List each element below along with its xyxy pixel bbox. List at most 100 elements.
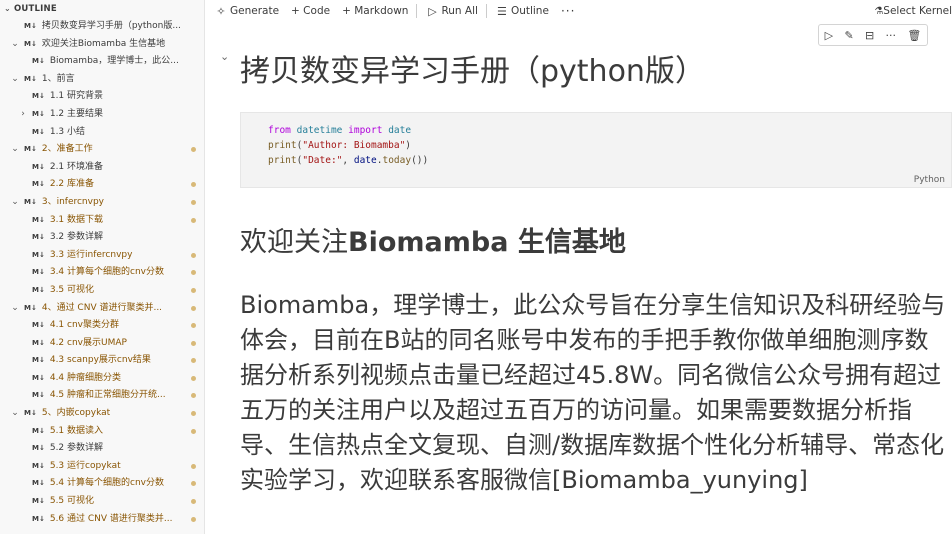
section-heading: 欢迎关注Biomamba 生信基地 <box>240 227 626 258</box>
edit-icon[interactable]: ✎ <box>844 29 853 42</box>
chevron-right-icon[interactable]: › <box>18 106 28 124</box>
outline-item-label: 5.2 参数详解 <box>49 443 104 454</box>
outline-item[interactable]: ⌄ M↓ 4、通过 CNV 谱进行聚类并... <box>0 300 204 318</box>
markdown-icon: M↓ <box>32 215 45 224</box>
markdown-icon: M↓ <box>32 268 45 277</box>
outline-item-label: 3.5 可视化 <box>49 284 95 295</box>
outline-item[interactable]: M↓ 5.1 数据读入 <box>0 423 204 441</box>
modified-dot-icon <box>191 199 196 205</box>
outline-item[interactable]: M↓ Biomamba，理学博士，此公... <box>0 53 204 71</box>
generate-button[interactable]: ✧ Generate <box>214 5 279 18</box>
outline-item[interactable]: M↓ 5.3 运行copykat <box>0 458 204 476</box>
add-markdown-button[interactable]: + Markdown <box>342 5 408 17</box>
outline-item[interactable]: M↓ 4.3 scanpy展示cnv结果 <box>0 352 204 370</box>
modified-dot-icon <box>191 393 196 399</box>
outline-item[interactable]: M↓ 3.1 数据下载 <box>0 212 204 230</box>
markdown-icon: M↓ <box>32 233 45 242</box>
markdown-icon: M↓ <box>24 197 37 206</box>
chevron-down-icon[interactable]: ⌄ <box>10 405 20 423</box>
outline-item[interactable]: M↓ 1.3 小结 <box>0 124 204 142</box>
chevron-down-icon[interactable]: ⌄ <box>10 194 20 212</box>
modified-dot-icon <box>191 516 196 522</box>
outline-item[interactable]: M↓ 2.2 库准备 <box>0 176 204 194</box>
outline-item[interactable]: ⌄ M↓ 2、准备工作 <box>0 141 204 159</box>
modified-dot-icon <box>191 358 196 364</box>
outline-item[interactable]: M↓ 1.1 研究背景 <box>0 88 204 106</box>
code-editor[interactable]: from datetime import date print("Author:… <box>241 113 951 168</box>
markdown-icon: M↓ <box>32 321 45 330</box>
markdown-icon: M↓ <box>32 162 45 171</box>
run-cell-icon[interactable]: ▷ <box>825 29 833 42</box>
outline-item[interactable]: M↓ 2.1 环境准备 <box>0 159 204 177</box>
modified-dot-icon <box>191 463 196 469</box>
list-icon: ☰ <box>497 4 507 18</box>
outline-item[interactable]: M↓ 4.4 肿瘤细胞分类 <box>0 370 204 388</box>
notebook-toolbar: ✧ Generate + Code + Markdown ▷ Run All ☰… <box>206 0 952 22</box>
outline-item-label: 1.1 研究背景 <box>49 91 104 102</box>
outline-item-label: 4.2 cnv展示UMAP <box>49 337 127 348</box>
outline-item-label: 2.2 库准备 <box>49 179 95 190</box>
notebook-title: 拷贝数变异学习手册（python版） <box>240 54 705 89</box>
markdown-icon: M↓ <box>32 479 45 488</box>
outline-item[interactable]: M↓ 3.3 运行infercnvpy <box>0 247 204 265</box>
more-actions-button[interactable]: ··· <box>561 4 575 18</box>
markdown-icon: M↓ <box>32 514 45 523</box>
outline-item-label: 5.1 数据读入 <box>49 425 104 436</box>
modified-dot-icon <box>191 287 196 293</box>
outline-item[interactable]: › M↓ 1.2 主要结果 <box>0 106 204 124</box>
chevron-down-icon[interactable]: ⌄ <box>10 71 20 89</box>
outline-header[interactable]: ⌄ OUTLINE <box>0 0 204 18</box>
outline-item[interactable]: ⌄ M↓ 3、infercnvpy <box>0 194 204 212</box>
chevron-down-icon[interactable]: ⌄ <box>10 300 20 318</box>
outline-item-label: 3.4 计算每个细胞的cnv分数 <box>49 267 164 278</box>
chevron-down-icon[interactable]: ⌄ <box>220 50 229 63</box>
outline-item-label: 3.1 数据下载 <box>49 214 104 225</box>
outline-button[interactable]: ☰ Outline <box>495 5 549 18</box>
outline-item-label: 4.4 肿瘤细胞分类 <box>49 372 122 383</box>
add-code-button[interactable]: + Code <box>291 5 330 17</box>
outline-item[interactable]: ⌄ M↓ 1、前言 <box>0 71 204 89</box>
cell-toolbar: ▷ ✎ ⊟ ··· 🗑 <box>818 24 928 46</box>
delete-icon[interactable]: 🗑 <box>907 29 921 42</box>
run-all-button[interactable]: ▷ Run All <box>425 5 478 18</box>
code-cell[interactable]: from datetime import date print("Author:… <box>240 112 952 188</box>
chevron-down-icon[interactable]: ⌄ <box>10 36 20 54</box>
outline-item-label: 3.3 运行infercnvpy <box>49 249 133 260</box>
cell-language-label[interactable]: Python <box>914 175 945 185</box>
more-icon[interactable]: ··· <box>886 29 897 42</box>
outline-item-label: 4.5 肿瘤和正常细胞分开统... <box>49 390 166 401</box>
outline-item-label: 5.6 通过 CNV 谱进行聚类并... <box>49 513 173 524</box>
outline-item-label: 3.2 参数详解 <box>49 232 104 243</box>
outline-panel: ⌄ OUTLINE M↓ 拷贝数变异学习手册（python版... ⌄ M↓ 欢迎关注Bi… <box>0 0 205 534</box>
outline-item[interactable]: ⌄ M↓ 欢迎关注Biomamba 生信基地 <box>0 36 204 54</box>
outline-item[interactable]: M↓ 5.2 参数详解 <box>0 440 204 458</box>
outline-item-label: 5.4 计算每个细胞的cnv分数 <box>49 478 164 489</box>
select-kernel-button[interactable]: ⚗ Select Kernel <box>874 0 952 22</box>
outline-item[interactable]: M↓ 4.1 cnv聚类分群 <box>0 317 204 335</box>
markdown-icon: M↓ <box>32 109 45 118</box>
chevron-down-icon[interactable]: ⌄ <box>10 141 20 159</box>
outline-item[interactable]: M↓ 4.5 肿瘤和正常细胞分开统... <box>0 387 204 405</box>
markdown-icon: M↓ <box>32 426 45 435</box>
outline-item[interactable]: M↓ 3.5 可视化 <box>0 282 204 300</box>
outline-item[interactable]: M↓ 5.5 可视化 <box>0 493 204 511</box>
split-cell-icon[interactable]: ⊟ <box>865 29 874 42</box>
outline-item[interactable]: M↓ 3.2 参数详解 <box>0 229 204 247</box>
sparkle-icon: ✧ <box>216 4 226 18</box>
outline-item[interactable]: M↓ 5.6 通过 CNV 谱进行聚类并... <box>0 511 204 529</box>
modified-dot-icon <box>191 411 196 417</box>
markdown-icon: M↓ <box>24 409 37 418</box>
outline-item[interactable]: M↓ 4.2 cnv展示UMAP <box>0 335 204 353</box>
markdown-icon: M↓ <box>24 22 37 30</box>
chevron-down-icon[interactable]: ⌄ <box>4 0 14 18</box>
outline-item-label: 4.3 scanpy展示cnv结果 <box>49 355 151 366</box>
outline-item[interactable]: M↓ 3.4 计算每个细胞的cnv分数 <box>0 264 204 282</box>
notebook-editor: ⌄ 拷贝数变异学习手册（python版） from datetime impor… <box>206 22 952 534</box>
markdown-icon: M↓ <box>32 444 45 453</box>
outline-item[interactable]: M↓ 拷贝数变异学习手册（python版... <box>0 18 204 36</box>
outline-item[interactable]: M↓ 5.4 计算每个细胞的cnv分数 <box>0 475 204 493</box>
outline-item-label: Biomamba，理学博士，此公... <box>49 56 179 67</box>
markdown-icon: M↓ <box>32 57 45 66</box>
outline-item[interactable]: ⌄ M↓ 5、内嵌copykat <box>0 405 204 423</box>
markdown-icon: M↓ <box>32 461 45 470</box>
